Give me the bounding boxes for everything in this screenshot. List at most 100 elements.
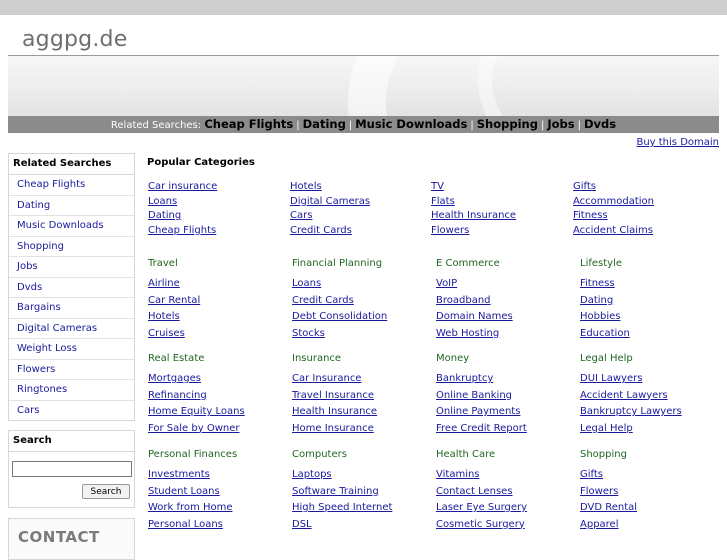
related-link-cheap-flights[interactable]: Cheap Flights [204, 117, 293, 131]
category-link-vitamins[interactable]: Vitamins [436, 467, 571, 484]
popular-link-credit-cards[interactable]: Credit Cards [290, 224, 370, 239]
category-computers: Computers Laptops Software Training High Sp… [292, 449, 427, 533]
category-link-home-insurance[interactable]: Home Insurance [292, 421, 427, 438]
category-link-bankruptcy[interactable]: Bankruptcy [436, 371, 571, 388]
category-link-fitness[interactable]: Fitness [580, 276, 715, 293]
popular-link-digital-cameras[interactable]: Digital Cameras [290, 195, 370, 210]
category-link-dsl[interactable]: DSL [292, 517, 427, 534]
sidebar-item-jobs[interactable]: Jobs [9, 257, 134, 278]
popular-link-flats[interactable]: Flats [431, 195, 516, 210]
category-link-bankruptcy-lawyers[interactable]: Bankruptcy Lawyers [580, 404, 715, 421]
category-link-investments[interactable]: Investments [148, 467, 283, 484]
related-link-shopping[interactable]: Shopping [477, 117, 538, 131]
category-link-education[interactable]: Education [580, 326, 715, 343]
sidebar-item-cars[interactable]: Cars [9, 401, 134, 421]
category-travel: Travel Airline Car Rental Hotels Cruises [148, 258, 283, 342]
category-link-for-sale-by-owner[interactable]: For Sale by Owner [148, 421, 283, 438]
popular-link-loans[interactable]: Loans [148, 195, 217, 210]
sidebar-item-weight-loss[interactable]: Weight Loss [9, 339, 134, 360]
popular-link-hotels[interactable]: Hotels [290, 180, 370, 195]
sidebar-item-digital-cameras[interactable]: Digital Cameras [9, 319, 134, 339]
category-link-loans[interactable]: Loans [292, 276, 427, 293]
category-link-personal-loans[interactable]: Personal Loans [148, 517, 283, 534]
category-link-home-equity-loans[interactable]: Home Equity Loans [148, 404, 283, 421]
search-box: Search Search [8, 430, 135, 508]
category-link-gifts[interactable]: Gifts [580, 467, 715, 484]
sidebar-item-flowers[interactable]: Flowers [9, 360, 134, 380]
category-shopping: Shopping Gifts Flowers DVD Rental Apparel [580, 449, 715, 533]
category-link-hotels[interactable]: Hotels [148, 309, 283, 326]
category-link-debt-consolidation[interactable]: Debt Consolidation [292, 309, 427, 326]
popular-link-flowers[interactable]: Flowers [431, 224, 516, 239]
category-link-mortgages[interactable]: Mortgages [148, 371, 283, 388]
popular-column: Car insurance Loans Dating Cheap Flights [148, 180, 217, 238]
search-button[interactable]: Search [82, 484, 130, 499]
header-banner [8, 56, 719, 116]
category-link-hobbies[interactable]: Hobbies [580, 309, 715, 326]
popular-link-health-insurance[interactable]: Health Insurance [431, 209, 516, 224]
category-link-software-training[interactable]: Software Training [292, 484, 427, 501]
category-link-high-speed-internet[interactable]: High Speed Internet [292, 500, 427, 517]
separator: | [577, 120, 581, 131]
popular-link-accident-claims[interactable]: Accident Claims [573, 224, 654, 239]
category-link-laptops[interactable]: Laptops [292, 467, 427, 484]
category-link-contact-lenses[interactable]: Contact Lenses [436, 484, 571, 501]
category-link-flowers[interactable]: Flowers [580, 484, 715, 501]
separator: | [296, 120, 300, 131]
popular-column: TV Flats Health Insurance Flowers [431, 180, 516, 238]
category-link-online-banking[interactable]: Online Banking [436, 388, 571, 405]
category-link-legal-help[interactable]: Legal Help [580, 421, 715, 438]
sidebar-item-bargains[interactable]: Bargains [9, 298, 134, 319]
category-link-student-loans[interactable]: Student Loans [148, 484, 283, 501]
sidebar-item-music-downloads[interactable]: Music Downloads [9, 216, 134, 237]
category-link-apparel[interactable]: Apparel [580, 517, 715, 534]
category-link-refinancing[interactable]: Refinancing [148, 388, 283, 405]
category-link-dui-lawyers[interactable]: DUI Lawyers [580, 371, 715, 388]
category-link-travel-insurance[interactable]: Travel Insurance [292, 388, 427, 405]
category-real-estate: Real Estate Mortgages Refinancing Home Equi… [148, 353, 283, 437]
popular-link-cheap-flights[interactable]: Cheap Flights [148, 224, 217, 239]
related-link-jobs[interactable]: Jobs [547, 117, 574, 131]
category-link-dvd-rental[interactable]: DVD Rental [580, 500, 715, 517]
popular-link-tv[interactable]: TV [431, 180, 516, 195]
popular-link-cars[interactable]: Cars [290, 209, 370, 224]
popular-column: Gifts Accommodation Fitness Accident Claims [573, 180, 654, 238]
sidebar-item-cheap-flights[interactable]: Cheap Flights [9, 175, 134, 196]
category-link-car-insurance[interactable]: Car Insurance [292, 371, 427, 388]
related-link-dvds[interactable]: Dvds [584, 117, 616, 131]
popular-link-car-insurance[interactable]: Car insurance [148, 180, 217, 195]
search-input[interactable] [12, 461, 132, 477]
category-link-cruises[interactable]: Cruises [148, 326, 283, 343]
category-link-dating[interactable]: Dating [580, 293, 715, 310]
popular-link-dating[interactable]: Dating [148, 209, 217, 224]
category-link-work-from-home[interactable]: Work from Home [148, 500, 283, 517]
popular-link-gifts[interactable]: Gifts [573, 180, 654, 195]
contact-box[interactable]: CONTACT [8, 518, 135, 560]
category-link-laser-eye-surgery[interactable]: Laser Eye Surgery [436, 500, 571, 517]
category-link-stocks[interactable]: Stocks [292, 326, 427, 343]
category-link-online-payments[interactable]: Online Payments [436, 404, 571, 421]
popular-link-accommodation[interactable]: Accommodation [573, 195, 654, 210]
category-link-car-rental[interactable]: Car Rental [148, 293, 283, 310]
buy-domain-link[interactable]: Buy this Domain [636, 137, 719, 148]
category-link-health-insurance[interactable]: Health Insurance [292, 404, 427, 421]
category-link-airline[interactable]: Airline [148, 276, 283, 293]
category-link-broadband[interactable]: Broadband [436, 293, 571, 310]
related-link-music-downloads[interactable]: Music Downloads [355, 117, 467, 131]
category-link-free-credit-report[interactable]: Free Credit Report [436, 421, 571, 438]
category-title: Personal Finances [148, 449, 238, 460]
related-link-dating[interactable]: Dating [303, 117, 346, 131]
sidebar-item-dating[interactable]: Dating [9, 196, 134, 216]
sidebar-item-shopping[interactable]: Shopping [9, 237, 134, 257]
popular-column: Hotels Digital Cameras Cars Credit Cards [290, 180, 370, 238]
category-link-cosmetic-surgery[interactable]: Cosmetic Surgery [436, 517, 571, 534]
sidebar-title: Related Searches [9, 154, 134, 175]
sidebar-item-ringtones[interactable]: Ringtones [9, 380, 134, 401]
category-link-voip[interactable]: VoIP [436, 276, 571, 293]
sidebar-item-dvds[interactable]: Dvds [9, 278, 134, 298]
category-link-domain-names[interactable]: Domain Names [436, 309, 571, 326]
category-link-accident-lawyers[interactable]: Accident Lawyers [580, 388, 715, 405]
popular-link-fitness[interactable]: Fitness [573, 209, 654, 224]
category-link-web-hosting[interactable]: Web Hosting [436, 326, 571, 343]
category-link-credit-cards[interactable]: Credit Cards [292, 293, 427, 310]
